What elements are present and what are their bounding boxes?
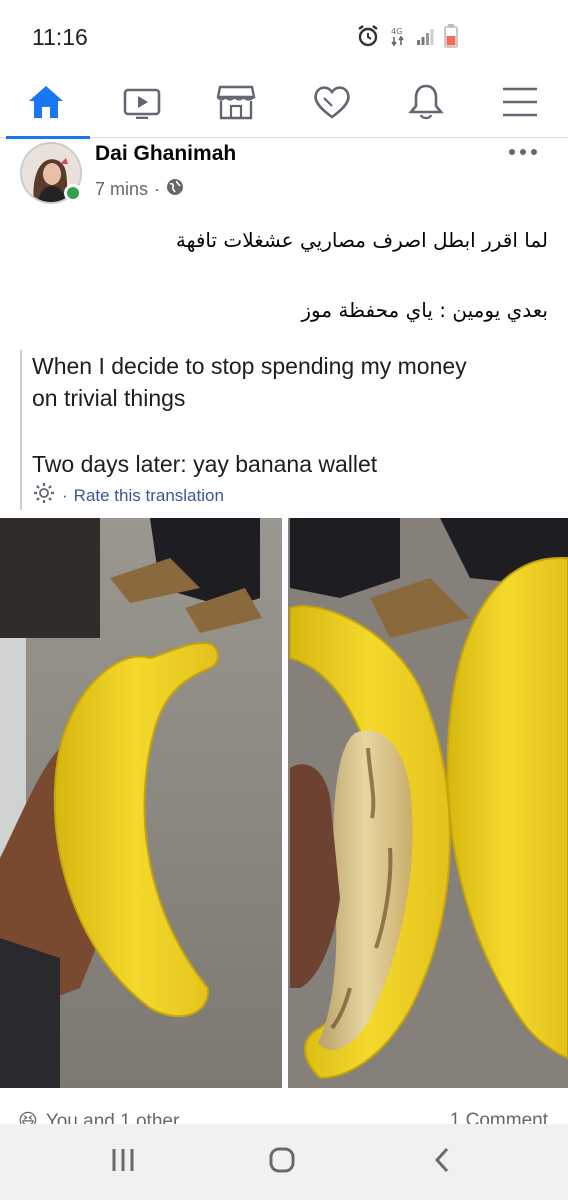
home-button[interactable] [266,1146,298,1178]
data-icon: 4G [390,25,406,47]
battery-icon [444,24,458,48]
more-icon [508,144,538,161]
post-text-line-2: بعدي يومين : ياي محفظة موز [301,298,548,322]
globe-icon [166,178,184,201]
nav-watch-tab[interactable] [98,70,186,138]
online-status-dot [64,184,82,202]
status-time: 11:16 [32,24,88,50]
author-name[interactable]: Dai Ghanimah [95,142,236,166]
post-time[interactable]: 7 mins [95,179,148,200]
svg-text:4G: 4G [391,27,402,36]
status-bar: 11:16 4G [0,0,568,70]
recent-apps-button[interactable] [108,1146,138,1178]
post-header: Dai Ghanimah 7 mins · [0,138,568,218]
translation-line-1: When I decide to stop spending my money [32,353,467,379]
rate-translation-label[interactable]: Rate this translation [74,486,224,506]
signal-icon [416,26,434,46]
post-meta: 7 mins · [95,178,184,201]
store-icon [216,83,256,126]
nav-dating-tab[interactable] [288,70,376,138]
nav-bar [0,70,568,139]
video-icon [122,85,162,124]
status-icons: 4G [356,24,458,48]
home-circle-icon [268,1146,296,1179]
recent-apps-icon [110,1147,136,1178]
nav-menu-tab[interactable] [476,70,564,138]
back-button[interactable] [428,1146,456,1178]
post-text-line-1: لما اقرر ابطل اصرف مصاريي عشغلات تافهة [175,228,548,252]
hamburger-menu-icon [501,86,539,123]
meta-separator: · [154,179,161,199]
post-options-button[interactable] [508,144,538,160]
translation-line-3: Two days later: yay banana wallet [32,451,378,477]
translation-line-2: on trivial things [32,385,186,411]
home-icon [26,83,66,126]
rate-dot: · [62,485,68,505]
translation-block: When I decide to stop spending my money … [20,350,540,510]
bell-icon [408,82,444,127]
alarm-icon [356,24,380,48]
nav-marketplace-tab[interactable] [192,70,280,138]
back-arrow-icon [432,1146,452,1179]
post-photo[interactable] [0,518,568,1088]
settings-gear-icon [32,481,56,510]
nav-home-tab[interactable] [2,70,90,139]
nav-notifications-tab[interactable] [382,70,470,138]
rate-translation-link[interactable]: · Rate this translation [32,481,224,510]
heart-icon [312,84,352,125]
system-navigation-bar [0,1124,568,1200]
